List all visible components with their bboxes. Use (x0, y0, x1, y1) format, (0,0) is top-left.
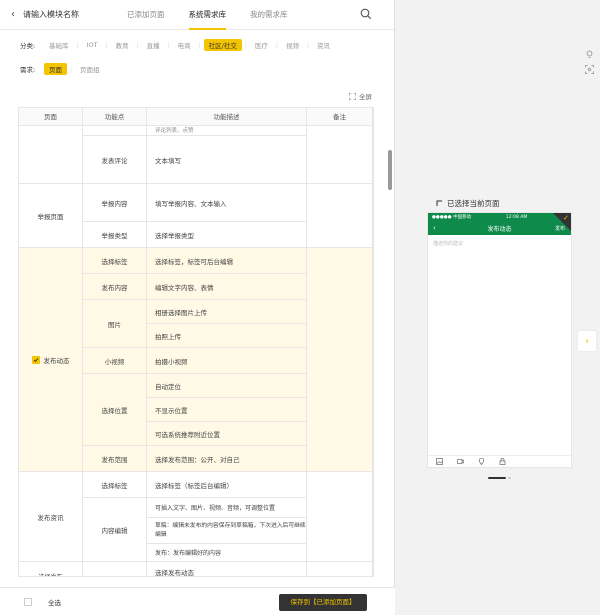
table-row: 小视频 拍摄小视频 (83, 348, 307, 374)
bottom-bar: 全选 保存到【已添加页面】 (0, 587, 395, 615)
table-row: 评论列表、点赞 (83, 126, 373, 184)
demand-item[interactable]: 页面组 (75, 63, 105, 75)
table-row: 可插入文字、图片、视频、音频，可调整位置 (147, 498, 307, 518)
location-icon (478, 458, 485, 465)
image-icon (436, 458, 443, 465)
phone-nav-title: 发布动态 (487, 225, 512, 233)
table-row: 选择位置 (83, 374, 147, 446)
search-icon[interactable] (360, 8, 372, 20)
save-button[interactable]: 保存到【已添加页面】 (279, 594, 367, 611)
page-indicator-active (488, 477, 506, 479)
back-icon[interactable]: ‹ (3, 9, 23, 20)
demand-item-selected[interactable]: 页面 (44, 63, 67, 75)
table-row: 内容编辑 (83, 498, 147, 562)
lock-icon (499, 458, 506, 465)
header-page: 页面 (19, 108, 83, 125)
tab-added-pages[interactable]: 已添加页面 (115, 0, 177, 30)
table-row: 发布范围 选择发布范围：公开、对自己 (83, 446, 307, 472)
checked-icon[interactable] (31, 355, 40, 364)
table-row: 选择发布 选择发布动态 (19, 562, 373, 576)
fullscreen-icon (349, 92, 356, 100)
category-item[interactable]: 教育 (111, 39, 134, 51)
table-row: 发布内容 编辑文字内容、表情 (83, 274, 307, 300)
category-label: 分类: (20, 42, 36, 50)
corner-icon (436, 200, 442, 206)
phone-preview[interactable]: ●●●●● 中国移动 12:08 AM ▮▮ ‹ 发布动态 发布 ✓ 描述你的建… (427, 212, 572, 468)
category-item[interactable]: 资讯 (312, 39, 335, 51)
page-name: 发布动态 (43, 356, 70, 365)
table-row: 不显示位置 (147, 398, 307, 422)
category-item[interactable]: 直播 (142, 39, 165, 51)
table-row: 发表评论 文本填写 (83, 136, 307, 184)
table-row: 自动定位 (147, 374, 307, 398)
phone-status-bar: ●●●●● 中国移动 12:08 AM ▮▮ (428, 213, 571, 221)
table-row: 可选系统推荐附近位置 (147, 422, 307, 446)
page-indicator (508, 477, 511, 479)
side-toolbar (585, 50, 594, 74)
table-row: 拍照上传 (147, 324, 307, 348)
table-row: 举报类型 选择举报类型 (83, 222, 307, 248)
bulb-icon[interactable] (585, 50, 594, 59)
category-item[interactable]: 医疗 (250, 39, 273, 51)
category-filter: 分类: 基础库 | IOT | 教育 | 直播 | 电商 | 社区/社交 | 医疗 | 视频 |… (0, 36, 394, 54)
category-item[interactable]: 基础库 (44, 39, 74, 51)
table-row: 选择标签 选择标签，标签可后台编辑 (83, 248, 307, 274)
check-icon: ✓ (563, 214, 569, 222)
phone-back-icon: ‹ (433, 224, 436, 232)
video-icon (457, 459, 464, 464)
scan-icon[interactable] (585, 65, 594, 74)
phone-placeholder: 描述你的建议 (433, 241, 464, 247)
table-header: 页面 功能点 功能描述 备注 (19, 108, 373, 126)
header-function: 功能点 (83, 108, 147, 125)
tab-system-library[interactable]: 系统需求库 (177, 0, 239, 30)
module-name-input[interactable]: 请输入模块名称 (23, 9, 115, 20)
tab-bar: 已添加页面 系统需求库 我的需求库 (115, 0, 300, 30)
fullscreen-button[interactable]: 全屏 (349, 91, 372, 101)
category-item-selected[interactable]: 社区/社交 (203, 39, 242, 51)
header-description: 功能描述 (147, 108, 307, 125)
phone-nav-bar: ‹ 发布动态 发布 (428, 221, 571, 235)
table-row: 图片 (83, 300, 147, 348)
category-item[interactable]: 电商 (173, 39, 196, 51)
left-panel: ‹ 请输入模块名称 已添加页面 系统需求库 我的需求库 分类: 基础库 | IOT… (0, 0, 395, 615)
top-bar: ‹ 请输入模块名称 已添加页面 系统需求库 我的需求库 (0, 0, 394, 30)
preview-header: 已选择当前页面 (436, 198, 500, 209)
table-body[interactable]: 评论列表、点赞 发表评论 文本填写 举报页面 举报内容 填写举报内容、文本输入 … (19, 126, 373, 576)
table-row: 选择标签 选择标签（标签后台编辑） (83, 472, 373, 562)
table-row: 草稿：编辑未发布的内容保存到草稿箱，下次进入后可继续编辑 (147, 518, 307, 544)
table-row: 发布：发布编辑好的内容 (147, 544, 307, 562)
demand-label: 需求: (20, 66, 36, 74)
phone-toolbar (428, 455, 571, 467)
header-remark: 备注 (307, 108, 373, 125)
table-scrollbar[interactable] (388, 150, 392, 190)
preview-title: 已选择当前页面 (447, 199, 500, 208)
demand-table: 页面 功能点 功能描述 备注 评论列表、点赞 发表评论 文本填写 举报页面 举报… (18, 107, 374, 577)
category-item[interactable]: IOT (82, 40, 103, 50)
fullscreen-label: 全屏 (359, 93, 372, 101)
demand-filter: 需求: 页面 | 页面组 (0, 60, 394, 78)
next-page-button[interactable]: › (578, 331, 596, 351)
select-all-checkbox[interactable] (24, 597, 32, 606)
category-item[interactable]: 视频 (281, 39, 304, 51)
tab-my-library[interactable]: 我的需求库 (238, 0, 300, 30)
select-all-label[interactable]: 全选 (48, 597, 61, 607)
table-row: 举报内容 填写举报内容、文本输入 (83, 184, 373, 248)
table-row: 相册选择图片上传 (147, 300, 307, 324)
